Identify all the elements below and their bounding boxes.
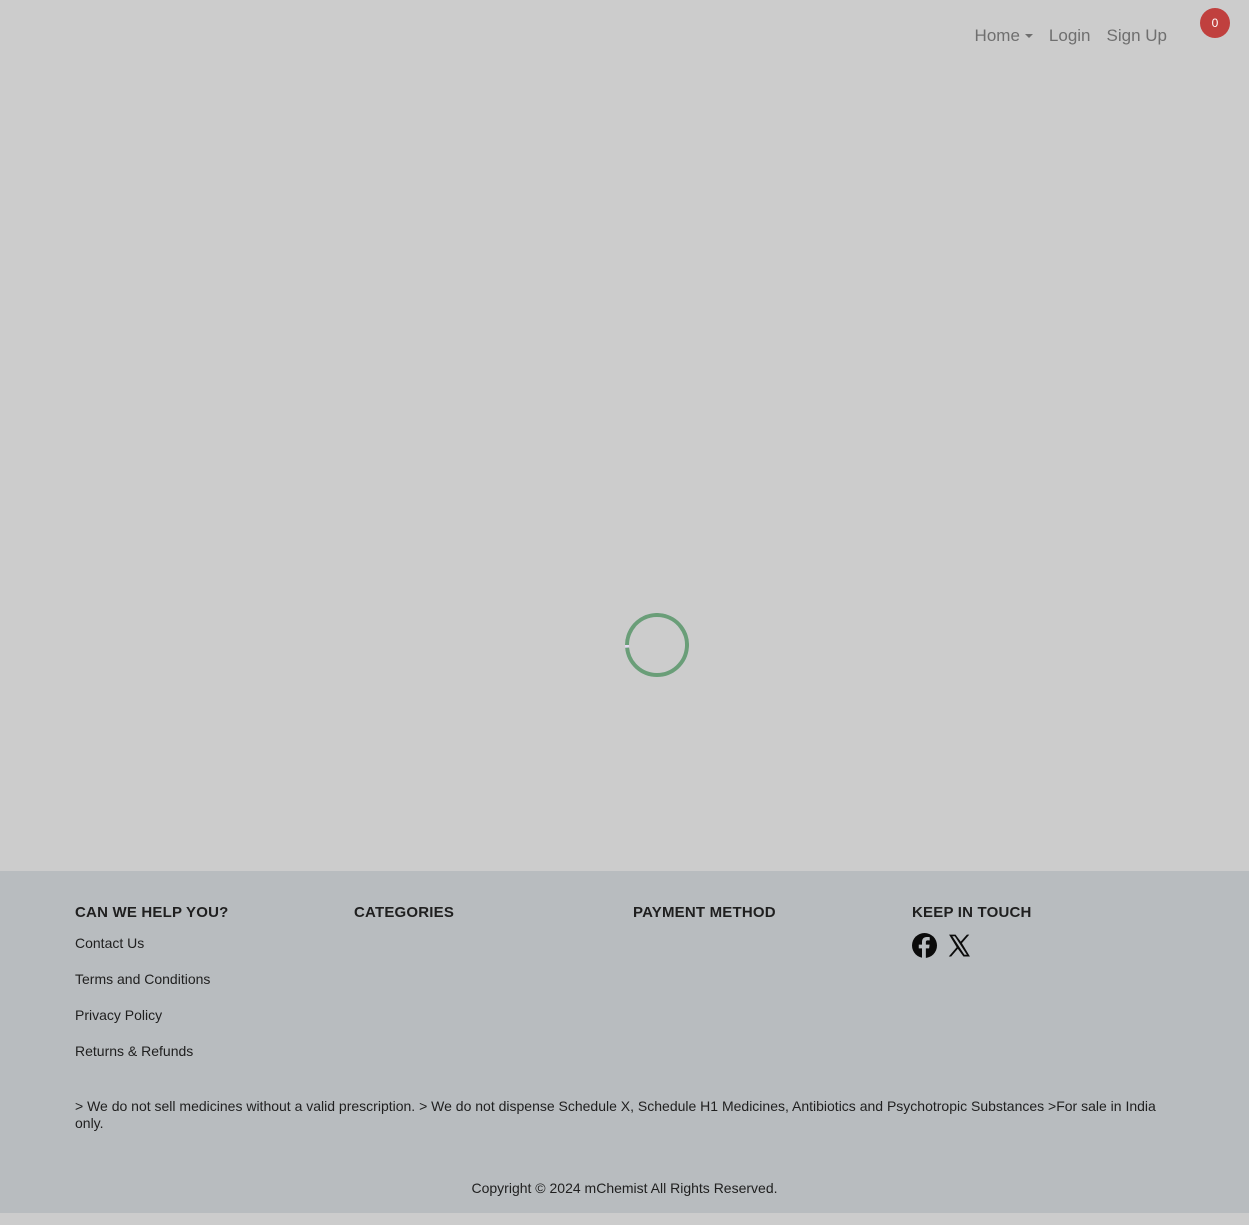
copyright-text: Copyright © 2024 mChemist All Rights Res… (471, 1180, 778, 1196)
footer-link-contact-us[interactable]: Contact Us (75, 935, 229, 971)
footer-link-returns[interactable]: Returns & Refunds (75, 1043, 229, 1079)
footer-payment-column: PAYMENT METHOD (633, 904, 776, 921)
footer-payment-title: PAYMENT METHOD (633, 904, 776, 921)
footer-help-title: CAN WE HELP YOU? (75, 904, 229, 921)
footer-categories-title: CATEGORIES (354, 904, 455, 921)
footer-help-links: Contact Us Terms and Conditions Privacy … (75, 935, 229, 1079)
legal-disclaimer: > We do not sell medicines without a val… (75, 1098, 1156, 1131)
footer-link-privacy[interactable]: Privacy Policy (75, 1007, 229, 1043)
cart-count-badge[interactable]: 0 (1200, 8, 1230, 38)
footer-social-column: KEEP IN TOUCH (912, 904, 1032, 958)
chevron-down-icon (1024, 34, 1033, 38)
nav-home-dropdown[interactable]: Home (975, 26, 1033, 46)
nav-home-label: Home (974, 26, 1020, 45)
social-links (912, 933, 1032, 958)
footer-help-column: CAN WE HELP YOU? Contact Us Terms and Co… (75, 904, 229, 1079)
x-icon[interactable] (947, 933, 972, 958)
nav-login-link[interactable]: Login (1049, 26, 1091, 46)
footer: CAN WE HELP YOU? Contact Us Terms and Co… (0, 871, 1249, 1213)
footer-link-terms[interactable]: Terms and Conditions (75, 971, 229, 1007)
nav-signup-link[interactable]: Sign Up (1107, 26, 1167, 46)
loading-spinner-icon (625, 613, 689, 677)
page: Home Login Sign Up 0 CAN WE HELP YOU? Co… (0, 0, 1249, 1225)
footer-categories-column: CATEGORIES (354, 904, 454, 921)
footer-social-title: KEEP IN TOUCH (912, 904, 1032, 921)
facebook-icon[interactable] (912, 933, 937, 958)
main-nav: Home Login Sign Up (975, 26, 1167, 46)
